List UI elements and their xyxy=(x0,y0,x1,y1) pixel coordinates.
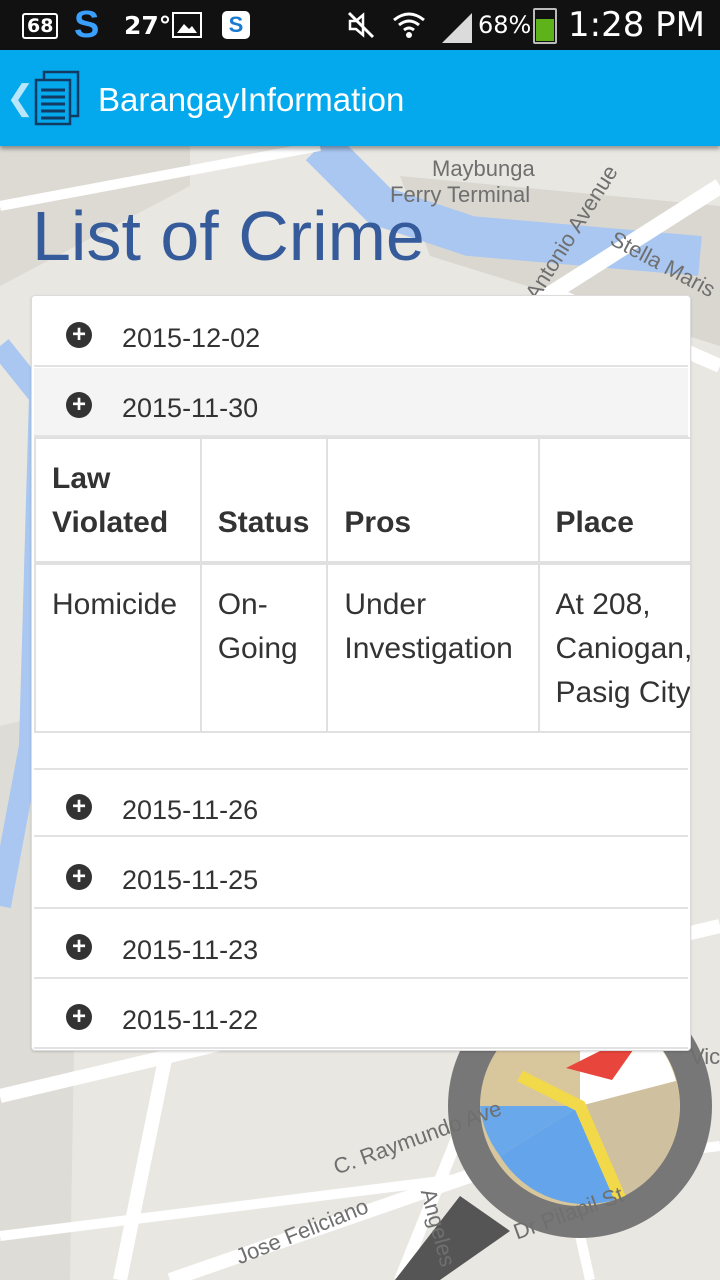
accordion-item[interactable]: + 2015-11-23 xyxy=(34,910,688,979)
document-list-icon[interactable] xyxy=(30,70,88,128)
gallery-icon xyxy=(172,12,202,38)
temperature-text: 27° xyxy=(124,10,172,40)
plus-circle-icon[interactable]: + xyxy=(66,322,92,348)
table-cell: Homicide xyxy=(34,562,202,733)
accordion-item[interactable]: + 2015-11-25 xyxy=(34,840,688,909)
accordion-date: 2015-11-23 xyxy=(122,935,259,965)
status-bar: 68 S 27° S 68% 1:28 PM xyxy=(0,0,720,50)
accordion-item[interactable]: + 2015-11-26 xyxy=(34,768,688,837)
app-title: BarangayInformation xyxy=(98,81,405,118)
accordion-date: 2015-11-30 xyxy=(122,393,259,423)
accordion-date: 2015-11-22 xyxy=(122,1005,259,1035)
column-header: Place xyxy=(537,437,690,565)
plus-circle-icon[interactable]: + xyxy=(66,392,92,418)
crime-list-panel: + 2015-12-02 + 2015-11-30 Law Violated S… xyxy=(31,295,691,1051)
plus-circle-icon[interactable]: + xyxy=(66,794,92,820)
battery-icon xyxy=(533,8,557,44)
accordion-date: 2015-11-25 xyxy=(122,865,259,895)
accordion-item[interactable]: + 2015-12-02 xyxy=(34,298,688,367)
table-cell: On-Going xyxy=(199,562,329,733)
accordion-date: 2015-11-26 xyxy=(122,795,259,825)
column-header: Status xyxy=(199,437,329,565)
wifi-icon xyxy=(392,0,426,50)
crime-table: Law Violated Status Pros Place Homicide … xyxy=(34,437,690,733)
skype-icon: S xyxy=(222,11,250,39)
plus-circle-icon[interactable]: + xyxy=(66,1004,92,1030)
table-cell: At 208, Caniogan, Pasig City xyxy=(537,562,690,733)
accordion-item[interactable]: + 2015-11-30 xyxy=(34,368,688,437)
accordion-item[interactable]: + 2015-11-22 xyxy=(34,980,688,1049)
column-header: Pros xyxy=(326,437,540,565)
plus-circle-icon[interactable]: + xyxy=(66,934,92,960)
page-title: List of Crime xyxy=(32,197,425,275)
battery-percent: 68% xyxy=(478,11,532,39)
map-label: Victoria xyxy=(690,1044,720,1069)
plus-circle-icon[interactable]: + xyxy=(66,864,92,890)
table-cell: Under Investigation xyxy=(326,562,540,733)
column-header: Law Violated xyxy=(34,437,202,565)
table-row: Homicide On-Going Under Investigation At… xyxy=(34,562,690,733)
mute-icon xyxy=(346,0,376,50)
signal-icon xyxy=(440,13,474,43)
s-app-icon: S xyxy=(74,3,100,46)
battery-badge-icon: 68 xyxy=(22,13,59,39)
clock: 1:28 PM xyxy=(568,5,705,45)
table-header-row: Law Violated Status Pros Place xyxy=(34,437,690,565)
accordion-date: 2015-12-02 xyxy=(122,323,261,353)
map-label: Maybunga xyxy=(432,156,535,181)
action-bar: ❮ BarangayInformation xyxy=(0,50,720,146)
